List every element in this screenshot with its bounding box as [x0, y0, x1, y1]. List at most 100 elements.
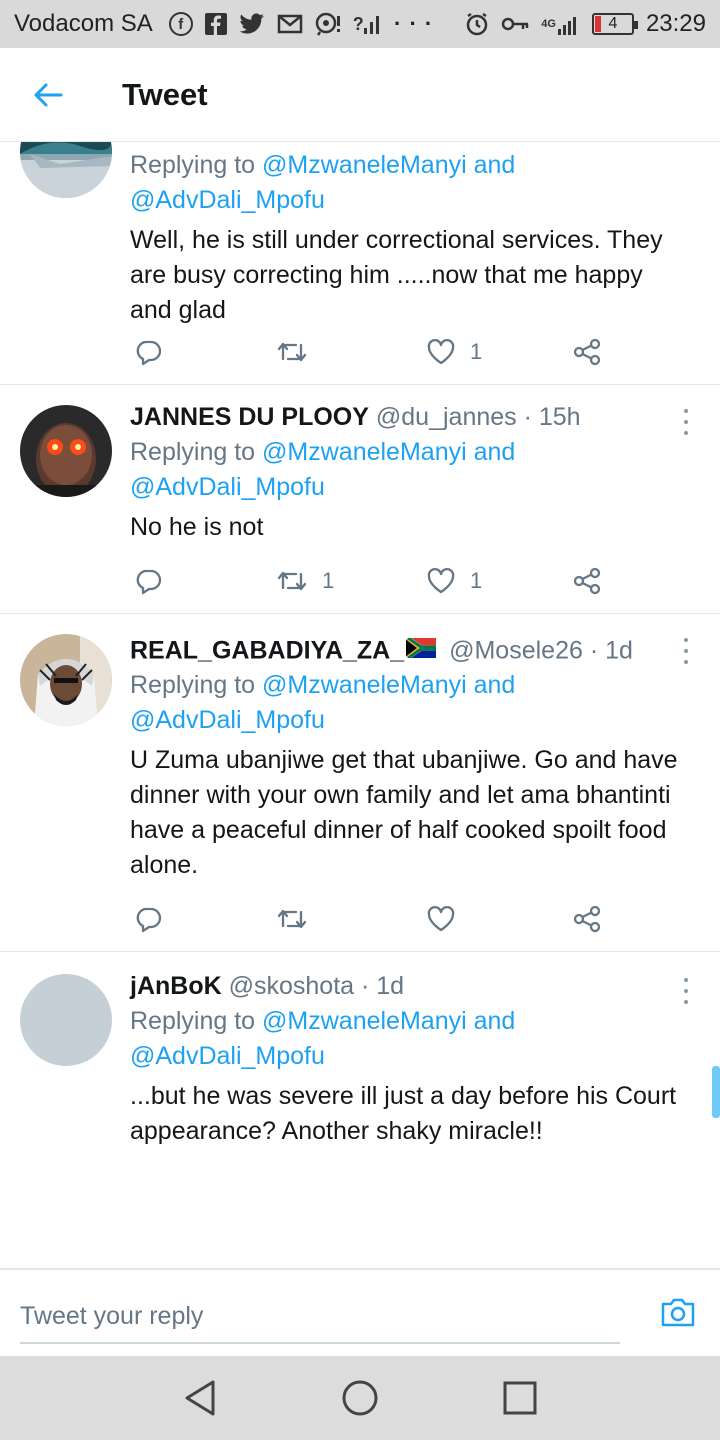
gmail-icon [277, 11, 303, 37]
page-header: Tweet [0, 48, 720, 142]
heart-icon [427, 339, 455, 365]
reply-and-text: and [466, 1007, 516, 1035]
replying-to: Replying to @MzwaneleManyi and @AdvDali_… [130, 148, 680, 218]
carrier-name: Vodacom SA [14, 10, 153, 37]
reply-button[interactable] [134, 561, 162, 601]
share-icon [573, 905, 601, 933]
like-count: 1 [470, 568, 483, 593]
avatar[interactable] [20, 142, 112, 198]
mention-link[interactable]: @AdvDali_Mpofu [130, 473, 325, 501]
user-name[interactable]: REAL_GABADIYA_ZA_ [130, 637, 404, 665]
retweet-button[interactable] [276, 899, 322, 939]
user-name[interactable]: jAnBoK [130, 972, 222, 1000]
meta-separator: · [354, 972, 377, 1000]
mobile-signal-icon: 4G [541, 11, 580, 37]
share-button[interactable] [572, 561, 602, 601]
tweet[interactable]: Replying to @MzwaneleManyi and @AdvDali_… [0, 142, 720, 385]
triangle-back-icon [185, 1380, 215, 1416]
replying-to: Replying to @MzwaneleManyi and @AdvDali_… [130, 435, 680, 505]
retweet-icon [277, 909, 307, 929]
share-icon [573, 338, 601, 366]
battery-icon: 4 [591, 13, 638, 35]
like-button[interactable]: 1 [426, 332, 482, 372]
tweet-text: ...but he was severe ill just a day befo… [130, 1082, 677, 1145]
user-handle[interactable]: @Mosele26 [449, 637, 583, 665]
tweet-header: REAL_GABADIYA_ZA_ @Mosele26 · 1d [130, 632, 680, 668]
like-button[interactable]: 1 [426, 561, 482, 601]
back-button[interactable] [18, 65, 78, 125]
like-button[interactable] [426, 899, 470, 939]
tweet-time: 15h [538, 403, 581, 431]
tweet-header: JANNES DU PLOOY @du_jannes · 15h [130, 399, 680, 435]
mention-link[interactable]: @MzwaneleManyi [262, 671, 467, 699]
meta-separator: · [516, 403, 539, 431]
share-button[interactable] [572, 899, 602, 939]
facebook-icon [204, 11, 227, 37]
page-title: Tweet [122, 76, 208, 112]
like-count: 1 [470, 339, 483, 364]
facebook-messenger-icon: f [168, 12, 193, 36]
mention-link[interactable]: @AdvDali_Mpofu [130, 186, 325, 214]
arrow-left-icon [34, 83, 63, 106]
signal-status-text: ? [352, 13, 364, 34]
tweet-time: 1d [376, 972, 405, 1000]
retweet-button[interactable] [276, 332, 322, 372]
avatar[interactable] [20, 405, 112, 497]
compose-bar: Tweet your reply [0, 1268, 720, 1356]
tweet-text: U Zuma ubanjiwe get that ubanjiwe. Go an… [130, 746, 678, 879]
retweet-count: 1 [322, 568, 335, 593]
reply-input[interactable]: Tweet your reply [20, 1288, 620, 1344]
back-nav-button[interactable] [170, 1368, 230, 1428]
mention-link[interactable]: @MzwaneleManyi [262, 1007, 467, 1035]
network-type: 4G [541, 17, 556, 30]
reply-feed[interactable]: Replying to @MzwaneleManyi and @AdvDali_… [0, 142, 720, 1268]
replying-to: Replying to @MzwaneleManyi and @AdvDali_… [130, 1004, 680, 1074]
mention-link[interactable]: @MzwaneleManyi [262, 438, 467, 466]
heart-icon [427, 906, 455, 932]
replying-prefix: Replying to [130, 1007, 263, 1035]
tweet-time: 1d [605, 636, 633, 665]
system-nav-bar [0, 1356, 720, 1440]
reply-icon [136, 340, 162, 366]
retweet-button[interactable]: 1 [276, 561, 334, 601]
replying-to: Replying to @MzwaneleManyi and @AdvDali_… [130, 668, 680, 738]
share-button[interactable] [572, 332, 602, 372]
camera-icon [661, 1298, 695, 1327]
user-handle[interactable]: @skoshota [229, 972, 354, 1000]
tweet-text: Well, he is still under correctional ser… [130, 226, 663, 324]
status-bar: Vodacom SA f ? · · · 4G 4 23:29 [0, 0, 720, 48]
reply-button[interactable] [134, 332, 162, 372]
reply-button[interactable] [134, 899, 162, 939]
tweet[interactable]: jAnBoK @skoshota · 1d Replying to @Mzwan… [0, 952, 720, 1268]
tweet[interactable]: JANNES DU PLOOY @du_jannes · 15h Replyin… [0, 385, 720, 614]
alarm-icon [465, 11, 489, 37]
tweet-header: jAnBoK @skoshota · 1d [130, 968, 680, 1004]
tweet-actions: 1 1 [130, 561, 610, 601]
reply-and-text: and [466, 151, 516, 179]
clock: 23:29 [645, 10, 706, 37]
recents-nav-button[interactable] [490, 1368, 550, 1428]
scrollbar[interactable] [712, 1066, 720, 1118]
battery-level: 4 [608, 15, 618, 32]
avatar[interactable] [20, 634, 112, 726]
user-name[interactable]: JANNES DU PLOOY [130, 403, 369, 431]
twitter-icon [239, 11, 265, 37]
home-nav-button[interactable] [330, 1368, 390, 1428]
signal-no-sim-icon: ? [353, 11, 380, 37]
mention-link[interactable]: @AdvDali_Mpofu [130, 706, 325, 734]
circle-home-icon [342, 1380, 378, 1416]
tweet[interactable]: REAL_GABADIYA_ZA_ @Mosele26 · 1d Replyin… [0, 614, 720, 952]
avatar[interactable] [20, 974, 112, 1066]
reply-icon [136, 569, 162, 595]
mention-link[interactable]: @MzwaneleManyi [262, 151, 467, 179]
reply-icon [136, 907, 162, 933]
tweet-actions [130, 899, 610, 939]
camera-button[interactable] [660, 1296, 696, 1332]
tweet-text: No he is not [130, 513, 264, 541]
user-handle[interactable]: @du_jannes [376, 403, 517, 431]
mention-link[interactable]: @AdvDali_Mpofu [130, 1042, 325, 1070]
heart-icon [427, 568, 455, 594]
reply-and-text: and [466, 671, 516, 699]
south-africa-flag-icon [405, 632, 438, 668]
reply-and-text: and [466, 438, 516, 466]
